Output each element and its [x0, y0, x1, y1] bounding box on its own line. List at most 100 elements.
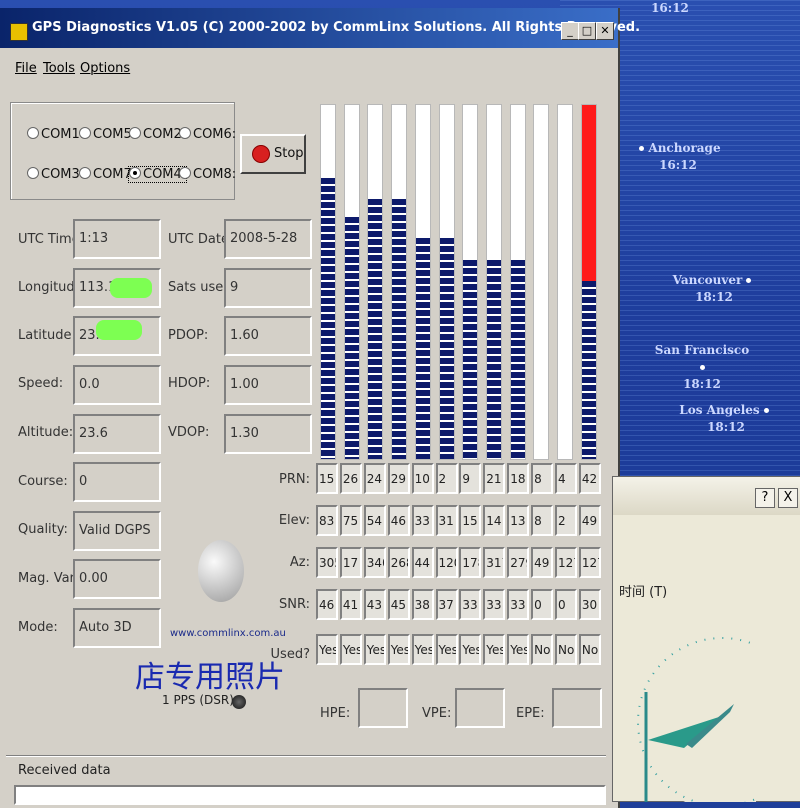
- analog-clock-icon: [634, 634, 756, 802]
- cell-snr: 43: [363, 589, 386, 620]
- field-speed: 0.0: [73, 365, 161, 405]
- menu-tools[interactable]: Tools: [43, 61, 75, 76]
- cell-az: 127: [578, 547, 601, 578]
- signal-bar-8: [533, 104, 550, 460]
- cell-snr: 41: [339, 589, 362, 620]
- cell-elev: 33: [411, 505, 434, 536]
- city-dot-icon: [763, 408, 769, 413]
- cell-used: Yes: [339, 634, 362, 665]
- cell-used: No: [578, 634, 601, 665]
- cell-snr: 0: [555, 589, 577, 620]
- cell-prn: 21: [483, 463, 506, 494]
- cell-used: Yes: [459, 634, 482, 665]
- cell-prn: 9: [459, 463, 482, 494]
- radio-com3[interactable]: COM5:: [79, 127, 136, 142]
- label-speed: Speed:: [18, 376, 64, 391]
- help-button[interactable]: ?: [755, 488, 775, 508]
- city-dot-icon: [639, 146, 645, 151]
- signal-bar-fill: [344, 217, 359, 459]
- close-button[interactable]: ✕: [596, 22, 614, 40]
- label-mode: Mode:: [18, 620, 58, 635]
- radio-indicator: [79, 127, 91, 139]
- city-los-angeles: Los Angeles 18:12: [676, 402, 776, 436]
- cell-snr: 45: [387, 589, 410, 620]
- signal-bar-21: [485, 104, 502, 460]
- cell-elev: 46: [387, 505, 410, 536]
- field-epe: [552, 688, 602, 728]
- cell-az: 340: [363, 547, 386, 578]
- cell-snr: 38: [411, 589, 434, 620]
- stop-icon: [252, 145, 270, 163]
- signal-bar-42: [580, 104, 597, 460]
- received-data-box[interactable]: [14, 785, 606, 805]
- field-vpe: [455, 688, 505, 728]
- label-vpe: VPE:: [422, 706, 452, 721]
- com-port-group: COM1: COM5: COM2: COM6: COM3: COM7: COM4…: [10, 102, 236, 200]
- field-mag-var: 0.00: [73, 559, 161, 599]
- row-label-snr: SNR:: [279, 597, 310, 612]
- cell-elev: 15: [459, 505, 482, 536]
- cell-used: Yes: [316, 634, 338, 665]
- radio-com2[interactable]: COM3:: [27, 167, 84, 182]
- city-vancouver: Vancouver 18:12: [668, 272, 760, 306]
- city-san-francisco: San Francisco 18:12: [654, 343, 750, 391]
- cell-used: Yes: [435, 634, 458, 665]
- title-bar[interactable]: GPS Diagnostics V1.05 (C) 2000-2002 by C…: [0, 8, 640, 48]
- radio-com8[interactable]: COM8:: [179, 167, 236, 182]
- radio-com6[interactable]: COM4:: [127, 166, 188, 183]
- label-latitude: Latitude:: [18, 328, 76, 343]
- label-altitude: Altitude:: [18, 425, 74, 440]
- commlinx-globe-logo: [198, 540, 244, 602]
- field-utc-date: 2008-5-28: [224, 219, 312, 259]
- field-quality: Valid DGPS: [73, 511, 161, 551]
- cell-az: 279: [507, 547, 530, 578]
- field-utc-time: 1:13: [73, 219, 161, 259]
- cell-az: 127: [555, 547, 577, 578]
- cell-used: No: [555, 634, 577, 665]
- redaction-mark: [96, 320, 142, 340]
- label-hpe: HPE:: [320, 706, 351, 721]
- row-label-elev: Elev:: [278, 513, 310, 528]
- radio-com7[interactable]: COM6:: [179, 127, 236, 142]
- minimize-button[interactable]: _: [561, 22, 579, 40]
- received-data-label: Received data: [18, 763, 111, 778]
- stop-button[interactable]: Stop: [240, 134, 306, 174]
- watermark-text: 店专用照片: [135, 660, 285, 695]
- cell-elev: 31: [435, 505, 458, 536]
- cell-elev: 2: [555, 505, 577, 536]
- pps-label: 1 PPS (DSR): [162, 693, 234, 707]
- top-time-label: 16:12: [651, 1, 689, 15]
- dialog-time-label: 时间 (T): [619, 585, 668, 600]
- cell-used: Yes: [483, 634, 506, 665]
- row-label-az: Az:: [289, 555, 310, 570]
- pps-led-icon: [232, 695, 246, 709]
- cell-elev: 83: [316, 505, 338, 536]
- maximize-button[interactable]: □: [578, 22, 596, 40]
- signal-bar-fill: [392, 199, 407, 459]
- cell-used: Yes: [507, 634, 530, 665]
- radio-com5[interactable]: COM2:: [129, 127, 186, 142]
- cell-snr: 30: [578, 589, 601, 620]
- cell-az: 49: [531, 547, 554, 578]
- menu-file[interactable]: File: [15, 61, 37, 76]
- cell-used: Yes: [411, 634, 434, 665]
- menu-options[interactable]: Options: [80, 61, 130, 76]
- label-course: Course:: [18, 474, 68, 489]
- signal-bar-15: [320, 104, 336, 460]
- cell-az: 305: [316, 547, 338, 578]
- dialog-close-button[interactable]: X: [778, 488, 798, 508]
- signal-bar-26: [343, 104, 360, 460]
- cell-snr: 33: [483, 589, 506, 620]
- app-icon: [10, 23, 28, 41]
- cell-prn: 18: [507, 463, 530, 494]
- cell-elev: 54: [363, 505, 386, 536]
- cell-prn: 8: [531, 463, 554, 494]
- stop-button-label: Stop: [274, 146, 304, 161]
- cell-used: Yes: [387, 634, 410, 665]
- radio-com1[interactable]: COM1:: [27, 127, 84, 142]
- radio-com4[interactable]: COM7:: [79, 167, 136, 182]
- signal-bar-fill: [510, 260, 525, 459]
- label-epe: EPE:: [516, 706, 545, 721]
- signal-bar-10: [414, 104, 431, 460]
- cell-az: 120: [435, 547, 458, 578]
